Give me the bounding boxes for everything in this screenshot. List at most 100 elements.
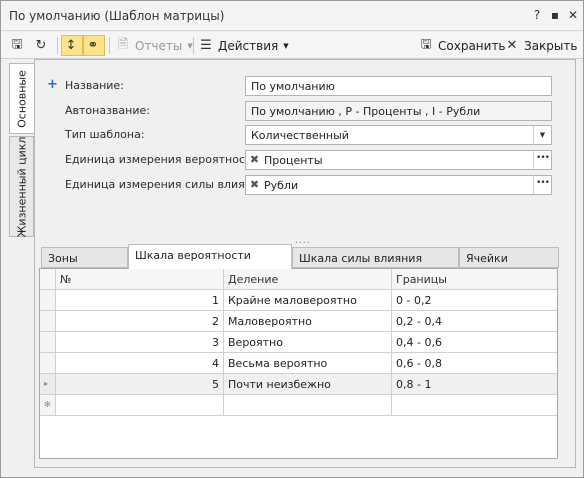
- cell-num[interactable]: 2: [56, 311, 224, 332]
- required-plus-icon: +: [47, 77, 58, 92]
- actions-dropdown[interactable]: ☰ Действия ▼: [198, 35, 289, 56]
- cell-name[interactable]: Маловероятно: [224, 311, 392, 332]
- cell-name[interactable]: Крайне маловероятно: [224, 290, 392, 311]
- impact-unit-lookup[interactable]: ✖ Рубли •••: [245, 175, 552, 195]
- cell-range[interactable]: 0,4 - 0,6: [392, 332, 557, 353]
- autoname-row: Автоназвание: По умолчанию , P - Процент…: [35, 101, 575, 121]
- autoname-label: Автоназвание:: [65, 104, 150, 117]
- sort-toggle-button[interactable]: ↕: [61, 35, 83, 56]
- window-close-button[interactable]: ✕: [565, 7, 581, 23]
- table-row[interactable]: 1 Крайне маловероятно 0 - 0,2: [40, 290, 557, 311]
- save-label: Сохранить: [438, 38, 506, 53]
- new-row-icon: ✻: [40, 395, 56, 416]
- cell-num[interactable]: 4: [56, 353, 224, 374]
- close-button[interactable]: ✕ Закрыть: [504, 35, 578, 56]
- tab-cells[interactable]: Ячейки: [459, 247, 559, 268]
- ellipsis-icon[interactable]: •••: [533, 176, 551, 194]
- cell-num[interactable]: [56, 395, 224, 416]
- row-indicator: [40, 353, 56, 374]
- column-header-range[interactable]: Границы: [392, 269, 557, 290]
- tab-prob-scale-label: Шкала вероятности: [135, 249, 251, 262]
- toolbar-separator: [109, 37, 110, 54]
- chevron-down-icon: ▼: [283, 41, 289, 50]
- template-type-select[interactable]: Количественный ▼: [245, 125, 552, 145]
- clear-icon[interactable]: ✖: [248, 152, 261, 168]
- template-type-label: Тип шаблона:: [65, 128, 145, 141]
- cell-range[interactable]: 0,8 - 1: [392, 374, 557, 395]
- sort-icon: ↕: [65, 38, 77, 53]
- current-row-icon: ▸: [40, 374, 56, 395]
- link-toggle-button[interactable]: ⚭: [83, 35, 105, 56]
- refresh-button[interactable]: ↻: [33, 35, 53, 56]
- title-bar: По умолчанию (Шаблон матрицы) ? ▪ ✕: [1, 1, 583, 31]
- toolbar-separator: [193, 37, 194, 54]
- cell-num[interactable]: 3: [56, 332, 224, 353]
- tab-impact-scale-label: Шкала силы влияния: [299, 252, 423, 265]
- tab-prob-scale[interactable]: Шкала вероятности: [128, 244, 292, 269]
- help-button[interactable]: ?: [529, 7, 545, 23]
- row-indicator: [40, 332, 56, 353]
- cell-range[interactable]: 0,6 - 0,8: [392, 353, 557, 374]
- chevron-down-icon[interactable]: ▼: [533, 126, 551, 144]
- new-row[interactable]: ✻: [40, 395, 557, 416]
- tab-zones-label: Зоны: [48, 252, 78, 265]
- window-title: По умолчанию (Шаблон матрицы): [9, 9, 225, 23]
- toolbar: 🖫 ↻ ↕ ⚭ 🗎 Отчеты ▼ ☰ Действия ▼ 🖫 Сохран…: [1, 32, 583, 59]
- prob-unit-row: Единица измерения вероятности: ✖ Процент…: [35, 150, 575, 170]
- cell-name[interactable]: Весьма вероятно: [224, 353, 392, 374]
- row-indicator: [40, 290, 56, 311]
- main-panel: + Название: По умолчанию Автоназвание: П…: [34, 59, 576, 468]
- actions-label: Действия: [218, 38, 279, 53]
- cell-num[interactable]: 5: [56, 374, 224, 395]
- tab-impact-scale[interactable]: Шкала силы влияния: [292, 247, 459, 268]
- window: По умолчанию (Шаблон матрицы) ? ▪ ✕ 🖫 ↻ …: [0, 0, 584, 478]
- save-button[interactable]: 🖫 Сохранить: [418, 35, 506, 56]
- impact-unit-row: Единица измерения силы влияния: ✖ Рубли …: [35, 175, 575, 195]
- name-input[interactable]: По умолчанию: [245, 76, 552, 96]
- save-icon: 🖫: [420, 36, 432, 52]
- grid-header: № Деление Границы: [40, 269, 557, 290]
- tab-cells-label: Ячейки: [466, 252, 508, 265]
- column-header-name[interactable]: Деление: [224, 269, 392, 290]
- tab-lifecycle[interactable]: Жизненный цикл: [9, 136, 34, 237]
- reports-dropdown[interactable]: 🗎 Отчеты ▼: [115, 35, 193, 56]
- template-type-row: Тип шаблона: Количественный ▼: [35, 125, 575, 145]
- cell-name[interactable]: Вероятно: [224, 332, 392, 353]
- cell-range[interactable]: 0 - 0,2: [392, 290, 557, 311]
- menu-icon: ☰: [200, 38, 212, 53]
- column-header-num[interactable]: №: [56, 269, 224, 290]
- toolbar-separator: [57, 37, 58, 54]
- cell-range[interactable]: [392, 395, 557, 416]
- save-icon: 🖫: [11, 36, 23, 52]
- clear-icon[interactable]: ✖: [248, 177, 261, 193]
- splitter-handle[interactable]: ....: [295, 236, 310, 246]
- table-row[interactable]: 4 Весьма вероятно 0,6 - 0,8: [40, 353, 557, 374]
- prob-unit-value: Проценты: [264, 154, 323, 167]
- table-row[interactable]: 2 Маловероятно 0,2 - 0,4: [40, 311, 557, 332]
- report-icon: 🗎: [117, 36, 129, 52]
- tab-main[interactable]: Основные: [9, 63, 34, 134]
- cell-num[interactable]: 1: [56, 290, 224, 311]
- prob-unit-label: Единица измерения вероятности:: [65, 153, 263, 166]
- header-indicator: [40, 269, 56, 290]
- restore-button[interactable]: ▪: [547, 7, 563, 23]
- tab-lifecycle-label: Жизненный цикл: [15, 136, 28, 237]
- prob-scale-grid: № Деление Границы 1 Крайне маловероятно …: [39, 268, 558, 459]
- cell-range[interactable]: 0,2 - 0,4: [392, 311, 557, 332]
- name-label: Название:: [65, 79, 124, 92]
- reports-label: Отчеты: [135, 38, 183, 53]
- save-icon-button[interactable]: 🖫: [9, 35, 29, 56]
- template-type-value: Количественный: [251, 129, 349, 142]
- row-indicator: [40, 311, 56, 332]
- cell-name[interactable]: [224, 395, 392, 416]
- autoname-field: По умолчанию , P - Проценты , I - Рубли: [245, 101, 552, 121]
- impact-unit-label: Единица измерения силы влияния:: [65, 178, 270, 191]
- table-row[interactable]: 3 Вероятно 0,4 - 0,6: [40, 332, 557, 353]
- tab-zones[interactable]: Зоны: [41, 247, 128, 268]
- prob-unit-lookup[interactable]: ✖ Проценты •••: [245, 150, 552, 170]
- ellipsis-icon[interactable]: •••: [533, 151, 551, 169]
- cell-name[interactable]: Почти неизбежно: [224, 374, 392, 395]
- table-row-selected[interactable]: ▸ 5 Почти неизбежно 0,8 - 1: [40, 374, 557, 395]
- close-icon: ✕: [506, 38, 518, 53]
- link-icon: ⚭: [87, 38, 99, 53]
